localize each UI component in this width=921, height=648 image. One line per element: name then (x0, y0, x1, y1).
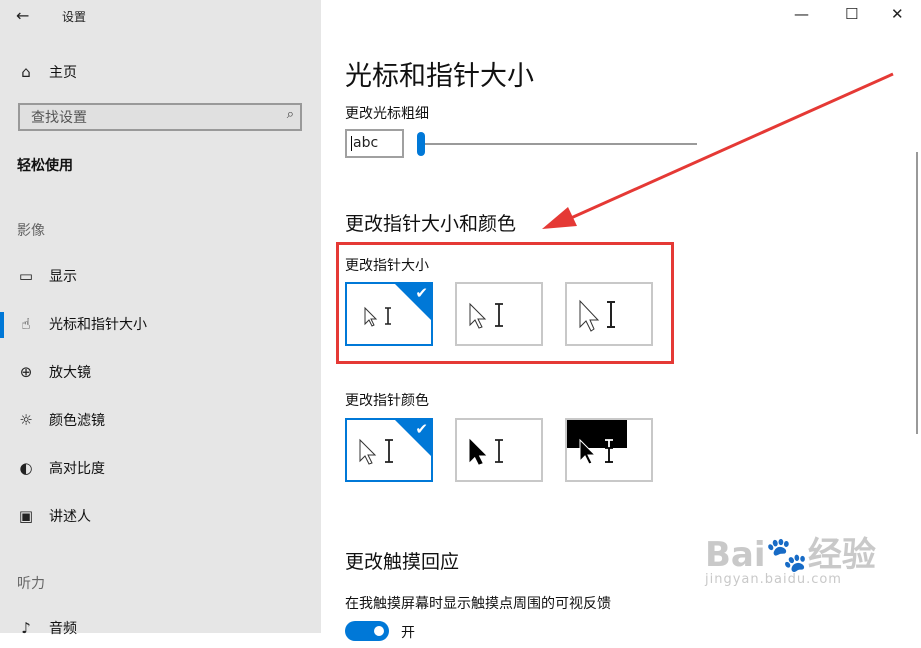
touch-section-title: 更改触摸回应 (345, 551, 460, 573)
slider-thumb[interactable] (417, 132, 425, 156)
highlight-box (336, 242, 674, 364)
sidebar-item-label: 高对比度 (49, 461, 105, 477)
magnifier-icon: ⊕ (19, 363, 33, 381)
close-icon[interactable]: ✕ (891, 5, 904, 23)
sidebar-item-label: 显示 (49, 269, 77, 285)
sidebar: ← 设置 ⌂ 主页 ⌕ 轻松使用 影像 ▭ 显示 ☝ 光标和指针大小 ⊕ 放大镜… (0, 0, 321, 637)
toggle-state-text: 开 (401, 625, 415, 641)
group-title: 轻松使用 (17, 158, 73, 174)
search-icon[interactable]: ⌕ (287, 107, 294, 122)
pointer-color-option-black[interactable] (455, 418, 543, 482)
pointer-color-label: 更改指针颜色 (345, 393, 429, 409)
minimize-icon[interactable]: — (794, 5, 809, 23)
home-icon: ⌂ (21, 63, 31, 81)
sidebar-item-label: 光标和指针大小 (49, 317, 147, 333)
monitor-icon: ▭ (18, 267, 34, 285)
sidebar-item-home[interactable]: ⌂ 主页 (0, 52, 321, 92)
cursor-thickness-slider[interactable] (421, 143, 697, 145)
sidebar-item-narrator[interactable]: ▣ 讲述人 (0, 496, 321, 536)
sidebar-item-label: 音频 (49, 621, 77, 637)
touch-feedback-toggle[interactable] (345, 621, 389, 641)
sidebar-item-label: 放大镜 (49, 365, 91, 381)
section-label-hearing: 听力 (17, 576, 45, 592)
sidebar-item-cursor-pointer[interactable]: ☝ 光标和指针大小 (0, 304, 321, 344)
search-input[interactable] (29, 105, 273, 131)
section-label-vision: 影像 (17, 223, 45, 239)
text-caret (351, 135, 352, 151)
pointer-black-icon (469, 438, 503, 465)
speaker-icon: ♪ (21, 619, 31, 637)
sidebar-item-high-contrast[interactable]: ◐ 高对比度 (0, 448, 321, 488)
pointer-color-option-white[interactable]: ✔ (345, 418, 433, 482)
pointer-color-option-inverted[interactable] (565, 418, 653, 482)
page-title: 光标和指针大小 (345, 61, 534, 92)
cursor-preview: abc (345, 129, 404, 158)
scrollbar[interactable] (916, 152, 918, 434)
watermark: Bai🐾经验 jingyan.baidu.com (705, 527, 876, 587)
contrast-icon: ◐ (19, 459, 33, 477)
sidebar-item-color-filters[interactable]: ☼ 颜色滤镜 (0, 400, 321, 440)
sidebar-item-label: 主页 (49, 65, 77, 81)
hand-pointer-icon: ☝ (21, 315, 31, 333)
sidebar-item-label: 颜色滤镜 (49, 413, 105, 429)
toggle-knob (374, 626, 384, 636)
pointer-section-title: 更改指针大小和颜色 (345, 213, 517, 235)
sidebar-item-audio[interactable]: ♪ 音频 (0, 608, 321, 648)
watermark-logo: Bai🐾经验 (705, 535, 876, 575)
app-title: 设置 (62, 10, 87, 24)
search-box[interactable]: ⌕ (18, 103, 302, 131)
cursor-thickness-label: 更改光标粗细 (345, 106, 429, 122)
touch-feedback-label: 在我触摸屏幕时显示触摸点周围的可视反馈 (345, 596, 611, 612)
narrator-icon: ▣ (18, 507, 34, 525)
back-arrow-icon[interactable]: ← (16, 6, 29, 25)
pointer-inverted-icon (567, 420, 627, 465)
sun-icon: ☼ (19, 411, 33, 429)
cursor-preview-text: abc (353, 135, 379, 151)
maximize-icon[interactable]: ☐ (845, 5, 858, 23)
sidebar-item-label: 讲述人 (49, 509, 91, 525)
sidebar-item-display[interactable]: ▭ 显示 (0, 256, 321, 296)
checkmark-icon: ✔ (415, 420, 428, 438)
sidebar-item-magnifier[interactable]: ⊕ 放大镜 (0, 352, 321, 392)
